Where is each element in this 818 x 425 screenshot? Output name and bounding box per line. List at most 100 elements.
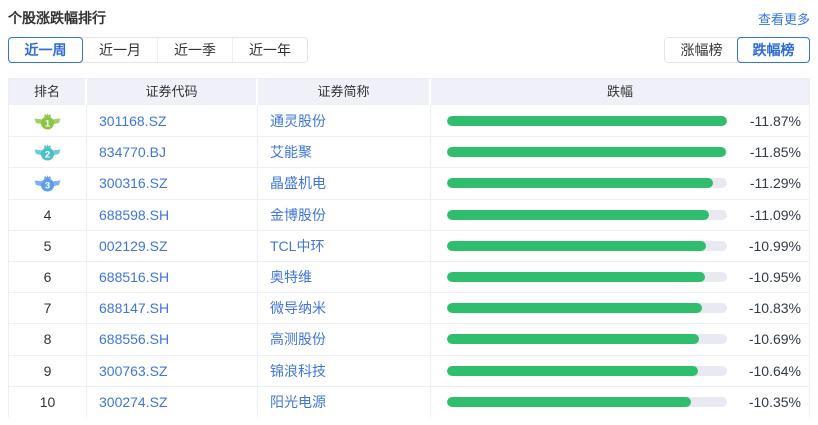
stock-name[interactable]: 阳光电源: [258, 387, 431, 417]
rank-medal-icon: 2: [34, 143, 61, 161]
stock-name[interactable]: 微导纳米: [258, 293, 431, 323]
rank-number: 10: [40, 394, 56, 410]
table-row[interactable]: 4 688598.SH 金博股份 -11.09%: [9, 199, 809, 230]
stock-code[interactable]: 300763.SZ: [87, 356, 258, 386]
stock-code[interactable]: 688598.SH: [87, 200, 258, 230]
bar-track: [447, 272, 727, 282]
stock-name[interactable]: 高测股份: [258, 324, 431, 354]
table-row[interactable]: 5 002129.SZ TCL中环 -10.99%: [9, 230, 809, 261]
change-percent: -10.95%: [737, 269, 801, 285]
table-row[interactable]: 9 300763.SZ 锦浪科技 -10.64%: [9, 355, 809, 386]
change-cell: -11.09%: [431, 200, 809, 230]
rank-number: 9: [44, 363, 52, 379]
bar-track: [447, 116, 727, 126]
table-row[interactable]: 8 688556.SH 高测股份 -10.69%: [9, 323, 809, 354]
svg-text:3: 3: [45, 181, 50, 192]
change-percent: -10.69%: [737, 331, 801, 347]
table-header: 排名 证券代码 证券简称 跌幅: [9, 79, 809, 105]
change-cell: -10.64%: [431, 356, 809, 386]
period-tab-group: 近一周 近一月 近一季 近一年: [8, 37, 308, 63]
change-percent: -10.83%: [737, 300, 801, 316]
bar-track: [447, 178, 727, 188]
rank-number: 4: [44, 207, 52, 223]
tab-last-quarter[interactable]: 近一季: [157, 38, 232, 62]
ranking-table: 排名 证券代码 证券简称 跌幅 1 301168.SZ 通灵股份: [8, 78, 810, 417]
bar-track: [447, 241, 727, 251]
change-percent: -10.99%: [737, 238, 801, 254]
bar-track: [447, 397, 727, 407]
tab-last-year[interactable]: 近一年: [232, 38, 307, 62]
stock-code[interactable]: 688556.SH: [87, 324, 258, 354]
bar-fill: [447, 241, 706, 251]
stock-name[interactable]: 奥特维: [258, 262, 431, 292]
bar-fill: [447, 366, 698, 376]
board-tab-group: 涨幅榜 跌幅榜: [664, 37, 810, 63]
stock-name[interactable]: 艾能聚: [258, 137, 431, 167]
rank-cell: 9: [9, 356, 87, 386]
stock-code[interactable]: 688516.SH: [87, 262, 258, 292]
rank-medal-icon: 3: [34, 174, 61, 192]
controls-row: 近一周 近一月 近一季 近一年 涨幅榜 跌幅榜: [8, 37, 810, 63]
bar-fill: [447, 178, 713, 188]
col-header-name: 证券简称: [258, 79, 431, 105]
table-row[interactable]: 1 301168.SZ 通灵股份 -11.87%: [9, 105, 809, 136]
change-cell: -11.87%: [431, 105, 809, 136]
change-percent: -11.09%: [737, 207, 801, 223]
rank-cell: 4: [9, 200, 87, 230]
change-cell: -10.99%: [431, 231, 809, 261]
change-cell: -11.85%: [431, 137, 809, 167]
tab-last-week[interactable]: 近一周: [8, 37, 83, 63]
rank-cell: 10: [9, 387, 87, 417]
table-row[interactable]: 3 300316.SZ 晶盛机电 -11.29%: [9, 167, 809, 198]
stock-name[interactable]: 晶盛机电: [258, 168, 431, 198]
stock-code[interactable]: 688147.SH: [87, 293, 258, 323]
page-title: 个股涨跌幅排行: [8, 8, 106, 28]
bar-track: [447, 303, 727, 313]
rank-number: 5: [44, 238, 52, 254]
change-percent: -11.87%: [737, 113, 801, 129]
table-row[interactable]: 7 688147.SH 微导纳米 -10.83%: [9, 292, 809, 323]
stock-code[interactable]: 300316.SZ: [87, 168, 258, 198]
view-more-link[interactable]: 查看更多: [758, 9, 810, 28]
col-header-code: 证券代码: [87, 79, 258, 105]
change-cell: -11.29%: [431, 168, 809, 198]
bar-fill: [447, 147, 726, 157]
svg-text:1: 1: [45, 118, 51, 129]
rank-number: 8: [44, 331, 52, 347]
stock-name[interactable]: TCL中环: [258, 231, 431, 261]
rank-cell: 8: [9, 324, 87, 354]
stock-name[interactable]: 锦浪科技: [258, 356, 431, 386]
bar-track: [447, 210, 727, 220]
stock-code[interactable]: 300274.SZ: [87, 387, 258, 417]
change-percent: -10.64%: [737, 363, 801, 379]
rank-number: 7: [44, 300, 52, 316]
change-cell: -10.35%: [431, 387, 809, 417]
col-header-rank: 排名: [9, 79, 87, 105]
col-header-change: 跌幅: [431, 79, 809, 105]
stock-code[interactable]: 002129.SZ: [87, 231, 258, 261]
stock-name[interactable]: 通灵股份: [258, 105, 431, 136]
table-row[interactable]: 10 300274.SZ 阳光电源 -10.35%: [9, 386, 809, 417]
bar-track: [447, 334, 727, 344]
svg-text:2: 2: [45, 150, 50, 161]
tab-losers[interactable]: 跌幅榜: [737, 37, 810, 63]
table-body: 1 301168.SZ 通灵股份 -11.87% 2: [9, 105, 809, 417]
table-row[interactable]: 6 688516.SH 奥特维 -10.95%: [9, 261, 809, 292]
stock-name[interactable]: 金博股份: [258, 200, 431, 230]
table-row[interactable]: 2 834770.BJ 艾能聚 -11.85%: [9, 136, 809, 167]
tab-gainers[interactable]: 涨幅榜: [665, 38, 738, 62]
bar-fill: [447, 397, 691, 407]
change-percent: -10.35%: [737, 394, 801, 410]
rank-cell: 6: [9, 262, 87, 292]
stock-code[interactable]: 301168.SZ: [87, 105, 258, 136]
rank-number: 6: [44, 269, 52, 285]
change-cell: -10.69%: [431, 324, 809, 354]
ranking-widget: 个股涨跌幅排行 查看更多 近一周 近一月 近一季 近一年 涨幅榜 跌幅榜 排名 …: [0, 9, 818, 417]
stock-code[interactable]: 834770.BJ: [87, 137, 258, 167]
rank-medal-icon: 1: [34, 112, 61, 130]
bar-track: [447, 366, 727, 376]
change-percent: -11.29%: [737, 175, 801, 191]
rank-cell: 1: [9, 105, 87, 136]
tab-last-month[interactable]: 近一月: [82, 38, 157, 62]
change-percent: -11.85%: [737, 144, 801, 160]
